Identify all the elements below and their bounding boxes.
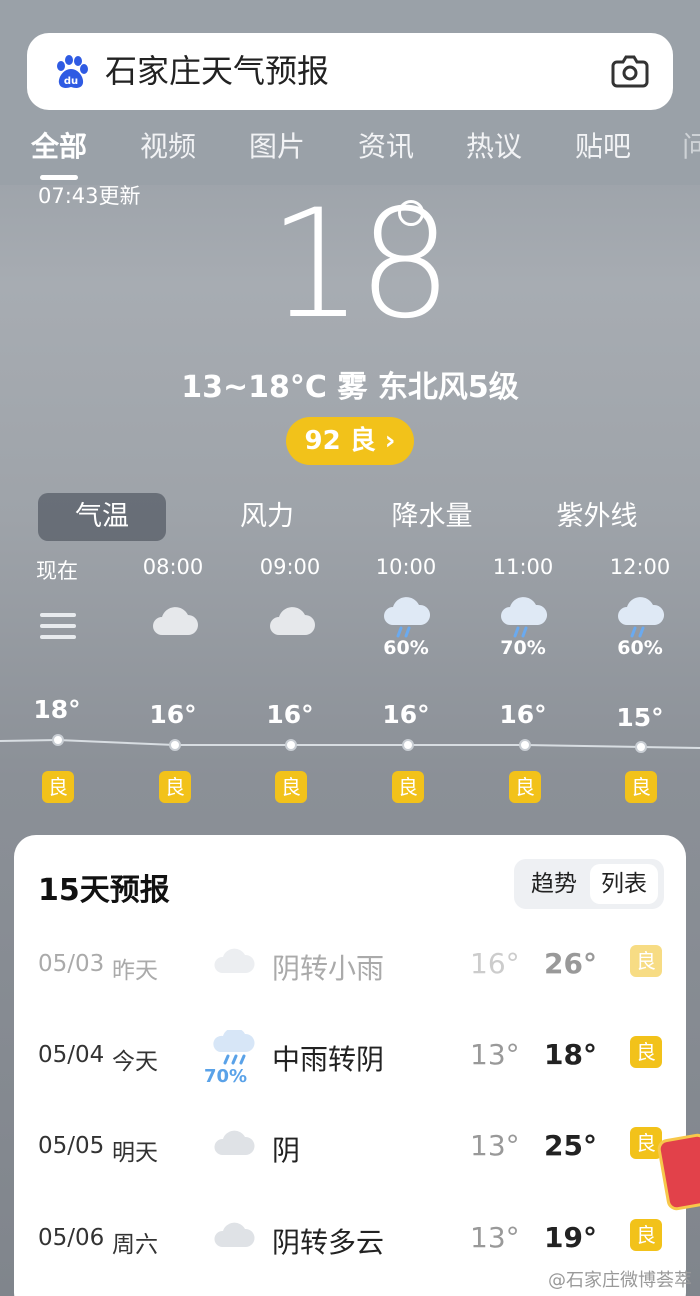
search-input[interactable]: 石家庄天气预报	[105, 33, 329, 110]
tab-video[interactable]: 视频	[140, 125, 196, 165]
forecast-date: 05/04	[38, 1042, 105, 1068]
forecast-date: 05/06	[38, 1225, 105, 1251]
toggle-trend[interactable]: 趋势	[520, 864, 588, 904]
toggle-list[interactable]: 列表	[590, 864, 658, 904]
rain-cloud-icon	[618, 597, 665, 638]
forecast-date: 05/03	[38, 951, 105, 977]
cloud-icon	[214, 1222, 255, 1247]
tab-discussion[interactable]: 热议	[466, 125, 522, 165]
hour-aqi-badge: 良	[392, 771, 424, 803]
fog-icon	[40, 613, 76, 639]
metric-tab-temperature[interactable]: 气温	[38, 493, 166, 541]
forecast-date: 05/05	[38, 1133, 105, 1159]
update-time: 07:43更新	[38, 184, 141, 208]
forecast-aqi-badge: 良	[630, 1036, 662, 1068]
forecast-row[interactable]: 05/04 今天 70% 中雨转阴 13° 18° 良	[14, 1030, 686, 1122]
tab-ask[interactable]: 问	[682, 125, 700, 165]
metric-tab-wind[interactable]: 风力	[205, 493, 329, 541]
forecast-row[interactable]: 05/03 昨天 阴转小雨 16° 26° 良	[14, 945, 686, 1031]
precip-probability: 60%	[617, 637, 663, 659]
forecast-day: 昨天	[112, 958, 158, 984]
forecast-card: 15天预报 趋势 列表 05/03 昨天 阴转小雨 16° 26° 良 05/0…	[14, 835, 686, 1296]
tab-all[interactable]: 全部	[31, 125, 87, 165]
rain-cloud-icon	[384, 597, 431, 638]
forecast-desc: 阴	[272, 1134, 301, 1167]
forecast-day: 明天	[112, 1140, 158, 1166]
degree-symbol	[398, 200, 424, 226]
view-toggle: 趋势 列表	[514, 859, 664, 909]
forecast-precip-probability: 70%	[204, 1066, 248, 1087]
forecast-low: 13°	[470, 1129, 520, 1162]
hour-time: 12:00	[609, 555, 671, 579]
forecast-title: 15天预报	[38, 873, 170, 908]
forecast-low: 13°	[470, 1038, 520, 1071]
forecast-high: 19°	[544, 1221, 597, 1254]
forecast-day: 今天	[112, 1049, 158, 1075]
hour-aqi-badge: 良	[42, 771, 74, 803]
cloud-icon	[214, 948, 255, 973]
tab-images[interactable]: 图片	[249, 125, 305, 165]
forecast-high: 18°	[544, 1038, 597, 1071]
hour-time: 11:00	[492, 555, 554, 579]
metric-tab-uv[interactable]: 紫外线	[535, 493, 659, 541]
forecast-low: 13°	[470, 1221, 520, 1254]
forecast-aqi-badge: 良	[630, 1127, 662, 1159]
hour-time: 09:00	[259, 555, 321, 579]
forecast-row[interactable]: 05/05 明天 阴 13° 25° 良	[14, 1127, 686, 1213]
temperature-curve	[0, 734, 700, 753]
forecast-high: 26°	[544, 947, 597, 980]
hour-aqi-badge: 良	[625, 771, 657, 803]
forecast-desc: 中雨转阴	[272, 1043, 385, 1076]
watermark: @石家庄微博荟萃	[548, 1270, 692, 1291]
precip-probability: 70%	[500, 637, 546, 659]
cloud-icon	[214, 1130, 255, 1155]
search-bar[interactable]: du 石家庄天气预报	[27, 33, 673, 110]
hour-time: 现在	[36, 559, 78, 583]
cloud-icon	[153, 607, 198, 635]
svg-text:du: du	[64, 76, 78, 87]
tab-tieba[interactable]: 贴吧	[575, 125, 631, 165]
forecast-aqi-badge: 良	[630, 1219, 662, 1251]
forecast-desc: 阴转多云	[272, 1226, 385, 1259]
hour-temperature: 18°	[33, 695, 81, 724]
rain-cloud-icon	[501, 597, 548, 638]
hour-aqi-badge: 良	[159, 771, 191, 803]
tab-news[interactable]: 资讯	[358, 125, 414, 165]
hour-time: 10:00	[375, 555, 437, 579]
search-tabs: 全部 视频 图片 资讯 热议 贴吧 问	[0, 125, 700, 170]
hour-time: 08:00	[142, 555, 204, 579]
precip-probability: 60%	[383, 637, 429, 659]
camera-icon[interactable]	[611, 53, 649, 89]
metric-tab-precipitation[interactable]: 降水量	[370, 493, 494, 541]
aqi-badge[interactable]: 92 良 ›	[286, 417, 414, 465]
forecast-aqi-badge: 良	[630, 945, 662, 977]
forecast-high: 25°	[544, 1129, 597, 1162]
hour-aqi-badge: 良	[275, 771, 307, 803]
baidu-paw-icon: du	[57, 55, 88, 88]
forecast-day: 周六	[112, 1232, 158, 1258]
hour-aqi-badge: 良	[509, 771, 541, 803]
weather-summary: 13~18°C 雾 东北风5级	[181, 370, 519, 405]
forecast-low: 16°	[470, 947, 520, 980]
forecast-desc: 阴转小雨	[272, 952, 385, 985]
cloud-icon	[270, 607, 315, 635]
